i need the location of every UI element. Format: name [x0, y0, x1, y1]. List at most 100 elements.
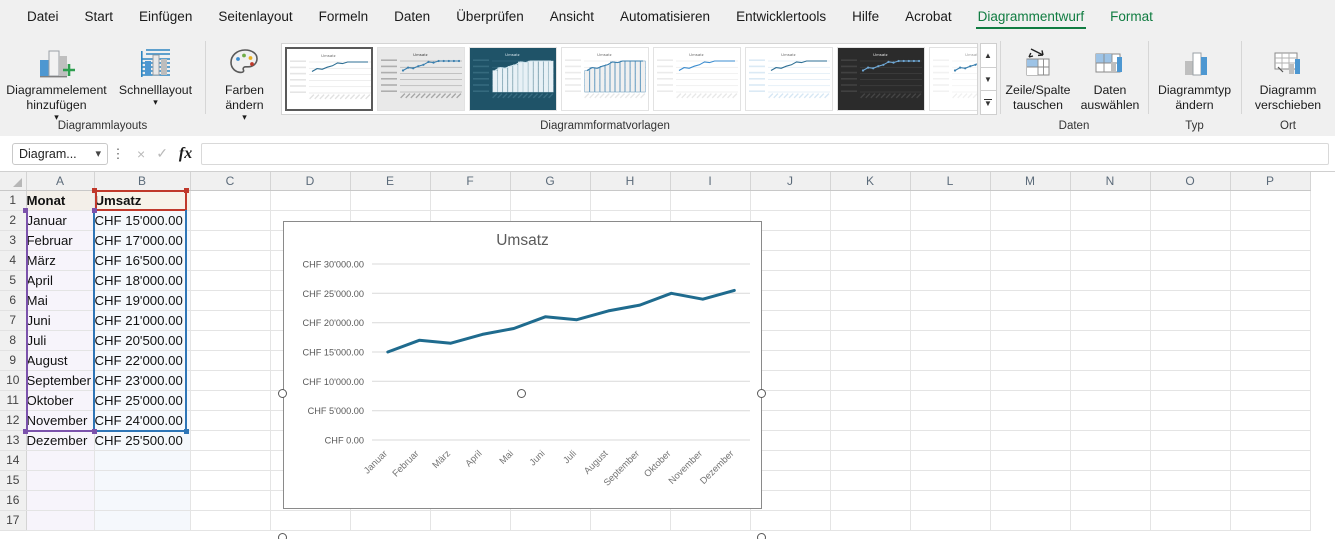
- row-header-16[interactable]: 16: [0, 490, 27, 511]
- cell-N15[interactable]: [1070, 470, 1151, 491]
- chart-style-thumbnail-1[interactable]: Umsatz: [284, 47, 373, 111]
- cell-O11[interactable]: [1150, 390, 1231, 411]
- cell-B17[interactable]: [94, 510, 191, 531]
- cell-H17[interactable]: [590, 510, 671, 531]
- cell-L11[interactable]: [910, 390, 991, 411]
- cell-P4[interactable]: [1230, 250, 1311, 271]
- cell-B6[interactable]: CHF 19'000.00: [94, 290, 191, 311]
- cell-L16[interactable]: [910, 490, 991, 511]
- cell-M4[interactable]: [990, 250, 1071, 271]
- cell-J6[interactable]: [750, 290, 831, 311]
- row-header-4[interactable]: 4: [0, 250, 27, 271]
- column-header-N[interactable]: N: [1070, 172, 1151, 191]
- cell-C12[interactable]: [190, 410, 271, 431]
- cell-J10[interactable]: [750, 370, 831, 391]
- cell-C15[interactable]: [190, 470, 271, 491]
- cell-J4[interactable]: [750, 250, 831, 271]
- cell-J16[interactable]: [750, 490, 831, 511]
- cell-K6[interactable]: [830, 290, 911, 311]
- cell-F1[interactable]: [430, 190, 511, 211]
- cell-A11[interactable]: Oktober: [26, 390, 95, 411]
- gallery-scroll-down-button[interactable]: ▼: [980, 68, 996, 92]
- cell-M12[interactable]: [990, 410, 1071, 431]
- cell-D17[interactable]: [270, 510, 351, 531]
- cell-O8[interactable]: [1150, 330, 1231, 351]
- name-box[interactable]: Diagram... ▾: [12, 142, 108, 165]
- ribbon-tab-diagrammentwurf[interactable]: Diagrammentwurf: [965, 4, 1098, 33]
- cell-B9[interactable]: CHF 22'000.00: [94, 350, 191, 371]
- cell-C14[interactable]: [190, 450, 271, 471]
- ribbon-tab-automatisieren[interactable]: Automatisieren: [607, 4, 723, 33]
- cell-C5[interactable]: [190, 270, 271, 291]
- cell-A17[interactable]: [26, 510, 95, 531]
- row-header-15[interactable]: 15: [0, 470, 27, 491]
- cell-J12[interactable]: [750, 410, 831, 431]
- cell-K7[interactable]: [830, 310, 911, 331]
- cell-O16[interactable]: [1150, 490, 1231, 511]
- column-header-F[interactable]: F: [430, 172, 511, 191]
- cell-C1[interactable]: [190, 190, 271, 211]
- cell-A1[interactable]: Monat: [26, 190, 95, 211]
- column-header-I[interactable]: I: [670, 172, 751, 191]
- cell-K9[interactable]: [830, 350, 911, 371]
- category-range-handle[interactable]: [23, 429, 28, 434]
- cell-O17[interactable]: [1150, 510, 1231, 531]
- chart-style-thumbnail-7[interactable]: Umsatz: [836, 47, 925, 111]
- cell-A15[interactable]: [26, 470, 95, 491]
- cell-K8[interactable]: [830, 330, 911, 351]
- header-range-handle[interactable]: [92, 188, 97, 193]
- cell-C3[interactable]: [190, 230, 271, 251]
- cell-M14[interactable]: [990, 450, 1071, 471]
- cell-E1[interactable]: [350, 190, 431, 211]
- cell-E17[interactable]: [350, 510, 431, 531]
- cell-L10[interactable]: [910, 370, 991, 391]
- cell-H1[interactable]: [590, 190, 671, 211]
- cell-O7[interactable]: [1150, 310, 1231, 331]
- ribbon-tab-daten[interactable]: Daten: [381, 4, 443, 33]
- cell-B10[interactable]: CHF 23'000.00: [94, 370, 191, 391]
- cell-B3[interactable]: CHF 17'000.00: [94, 230, 191, 251]
- cell-N11[interactable]: [1070, 390, 1151, 411]
- cell-P2[interactable]: [1230, 210, 1311, 231]
- cell-D1[interactable]: [270, 190, 351, 211]
- cell-P9[interactable]: [1230, 350, 1311, 371]
- chart-styles-gallery[interactable]: Umsatz Umsatz Umsatz Umsatz Umsatz Umsatz Umsa…: [280, 43, 978, 115]
- cell-A7[interactable]: Juni: [26, 310, 95, 331]
- row-header-7[interactable]: 7: [0, 310, 27, 331]
- chevron-down-icon[interactable]: ▾: [242, 113, 247, 122]
- row-header-3[interactable]: 3: [0, 230, 27, 251]
- select-all-corner[interactable]: [0, 172, 27, 191]
- cell-A9[interactable]: August: [26, 350, 95, 371]
- cell-C6[interactable]: [190, 290, 271, 311]
- cell-N17[interactable]: [1070, 510, 1151, 531]
- chart-resize-handle-e[interactable]: [757, 533, 766, 539]
- change-chart-type-button[interactable]: Diagrammtyp ändern: [1151, 37, 1239, 113]
- column-header-A[interactable]: A: [26, 172, 95, 191]
- row-header-14[interactable]: 14: [0, 450, 27, 471]
- cell-P17[interactable]: [1230, 510, 1311, 531]
- chart-style-thumbnail-4[interactable]: Umsatz: [560, 47, 649, 111]
- ribbon-tab-einf-gen[interactable]: Einfügen: [126, 4, 205, 33]
- cell-P6[interactable]: [1230, 290, 1311, 311]
- cell-K1[interactable]: [830, 190, 911, 211]
- cell-P3[interactable]: [1230, 230, 1311, 251]
- cell-L5[interactable]: [910, 270, 991, 291]
- cell-C13[interactable]: [190, 430, 271, 451]
- column-header-M[interactable]: M: [990, 172, 1071, 191]
- cancel-icon[interactable]: ×: [137, 146, 145, 162]
- cell-L6[interactable]: [910, 290, 991, 311]
- cell-L8[interactable]: [910, 330, 991, 351]
- cell-J15[interactable]: [750, 470, 831, 491]
- ribbon-tab-ansicht[interactable]: Ansicht: [537, 4, 607, 33]
- formula-input[interactable]: [201, 142, 1329, 165]
- cell-B16[interactable]: [94, 490, 191, 511]
- row-header-11[interactable]: 11: [0, 390, 27, 411]
- header-range-handle[interactable]: [184, 188, 189, 193]
- cell-B1[interactable]: Umsatz: [94, 190, 191, 211]
- chart-style-thumbnail-5[interactable]: Umsatz: [652, 47, 741, 111]
- cell-M8[interactable]: [990, 330, 1071, 351]
- cell-O12[interactable]: [1150, 410, 1231, 431]
- column-header-C[interactable]: C: [190, 172, 271, 191]
- row-header-12[interactable]: 12: [0, 410, 27, 431]
- cell-K11[interactable]: [830, 390, 911, 411]
